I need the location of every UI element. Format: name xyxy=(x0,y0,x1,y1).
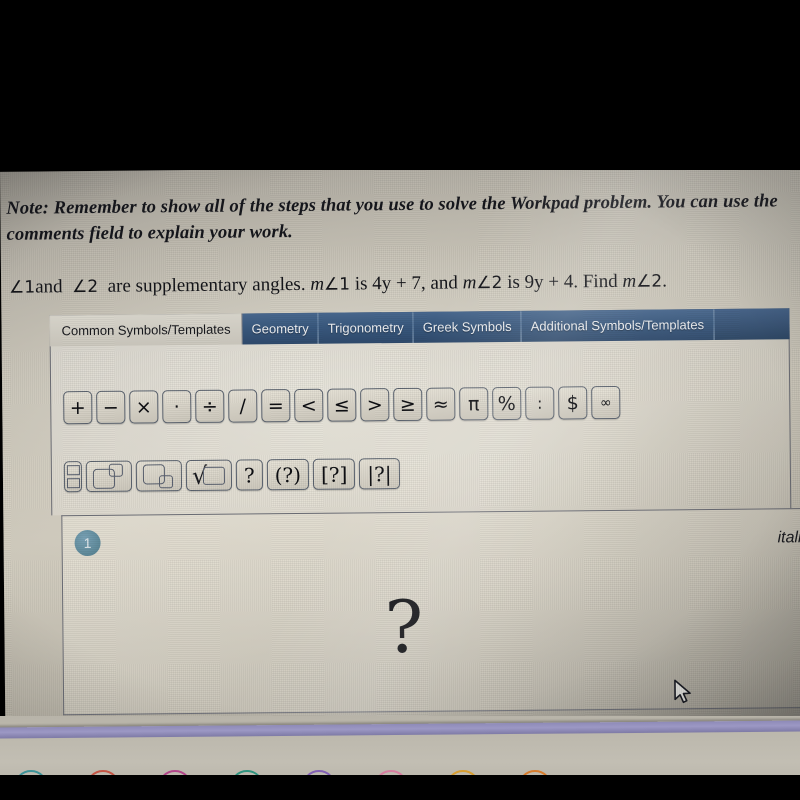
problem-is-1: is 4y + 7, and xyxy=(354,272,458,295)
symbol-button-approximately-equal[interactable]: ≈ xyxy=(426,387,456,421)
letterbox-bottom xyxy=(0,775,800,800)
square-root-icon: √ xyxy=(192,461,226,490)
measure-angle-1: ∠1 xyxy=(323,274,351,295)
symbol-button-less-than-or-equal[interactable]: ≤ xyxy=(327,388,357,422)
tab-geometry[interactable]: Geometry xyxy=(242,312,319,345)
symbol-button-minus[interactable]: − xyxy=(96,390,126,424)
template-button-parentheses[interactable]: (?) xyxy=(266,458,310,491)
tab-greek-symbols[interactable]: Greek Symbols xyxy=(413,310,522,343)
tab-additional-symbols-templates[interactable]: Additional Symbols/Templates xyxy=(521,308,715,342)
question-number-badge: 1 xyxy=(74,529,101,557)
symbol-button-plus[interactable]: + xyxy=(63,390,93,425)
symbol-button-dollar[interactable]: $ xyxy=(558,386,588,420)
template-button-absolute-value[interactable]: |?| xyxy=(359,458,400,490)
superscript-icon xyxy=(92,463,126,489)
problem-is-2: is 9y + 4. Find xyxy=(507,270,618,293)
letterbox-top xyxy=(0,0,800,170)
problem-mid: are supplementary angles. xyxy=(107,273,306,297)
symbol-button-percent[interactable]: % xyxy=(492,386,522,421)
note-text: Note: Remember to show all of the steps … xyxy=(6,191,778,245)
symbol-button-infinity[interactable]: ∞ xyxy=(591,385,621,420)
fraction-icon xyxy=(66,464,80,489)
template-button-square-root[interactable]: √ xyxy=(185,459,233,492)
symbol-button-equals[interactable]: = xyxy=(261,389,291,423)
problem-statement: ∠1and ∠2 are supplementary angles. m∠1 i… xyxy=(9,268,799,300)
template-button-subscript[interactable] xyxy=(135,460,183,492)
symbol-button-pi[interactable]: π xyxy=(459,387,489,421)
mouse-cursor-icon xyxy=(674,679,691,704)
angle-1-symbol: ∠1 xyxy=(9,277,36,298)
purple-edge-bar xyxy=(0,720,800,739)
template-button-fraction[interactable] xyxy=(63,461,83,493)
measure-m-3: m xyxy=(622,270,637,292)
symbol-row-operators: + − × · ÷ / = < ≤ > ≥ ≈ π % : $ ∞ xyxy=(63,385,621,425)
laptop-screen: Note: Remember to show all of the steps … xyxy=(0,164,800,757)
screenshot-root: Note: Remember to show all of the steps … xyxy=(0,0,800,800)
symbol-row-templates: √ ? (?) [?] |?| xyxy=(63,458,400,493)
symbol-button-colon-ratio[interactable]: : xyxy=(525,386,555,420)
symbol-button-divide[interactable]: ÷ xyxy=(195,389,225,423)
tab-common-symbols-templates[interactable]: Common Symbols/Templates xyxy=(49,313,243,347)
measure-m-2: m xyxy=(462,272,477,294)
angle-2-symbol: ∠2 xyxy=(72,276,99,298)
tab-bar-filler xyxy=(713,308,790,340)
template-button-placeholder[interactable]: ? xyxy=(235,459,263,491)
symbol-button-greater-than[interactable]: > xyxy=(360,388,390,422)
italic-format-label[interactable]: italic xyxy=(777,529,800,547)
measure-angle-2: ∠2 xyxy=(476,273,503,294)
problem-period: . xyxy=(662,270,668,292)
subscript-icon xyxy=(142,463,176,489)
symbol-button-less-than[interactable]: < xyxy=(294,388,324,423)
find-angle-2: ∠2 xyxy=(636,271,663,292)
template-button-superscript[interactable] xyxy=(85,460,133,493)
symbol-button-greater-than-or-equal[interactable]: ≥ xyxy=(393,387,423,422)
measure-m-1: m xyxy=(310,273,325,295)
answer-placeholder[interactable]: ? xyxy=(3,585,800,669)
problem-and: and xyxy=(35,276,63,298)
symbol-button-multiply[interactable]: × xyxy=(129,390,159,424)
symbol-button-dot-multiply[interactable]: · xyxy=(162,390,192,424)
symbol-button-slash-divide[interactable]: / xyxy=(228,389,258,423)
template-button-brackets[interactable]: [?] xyxy=(312,458,356,490)
tab-trigonometry[interactable]: Trigonometry xyxy=(318,311,414,344)
